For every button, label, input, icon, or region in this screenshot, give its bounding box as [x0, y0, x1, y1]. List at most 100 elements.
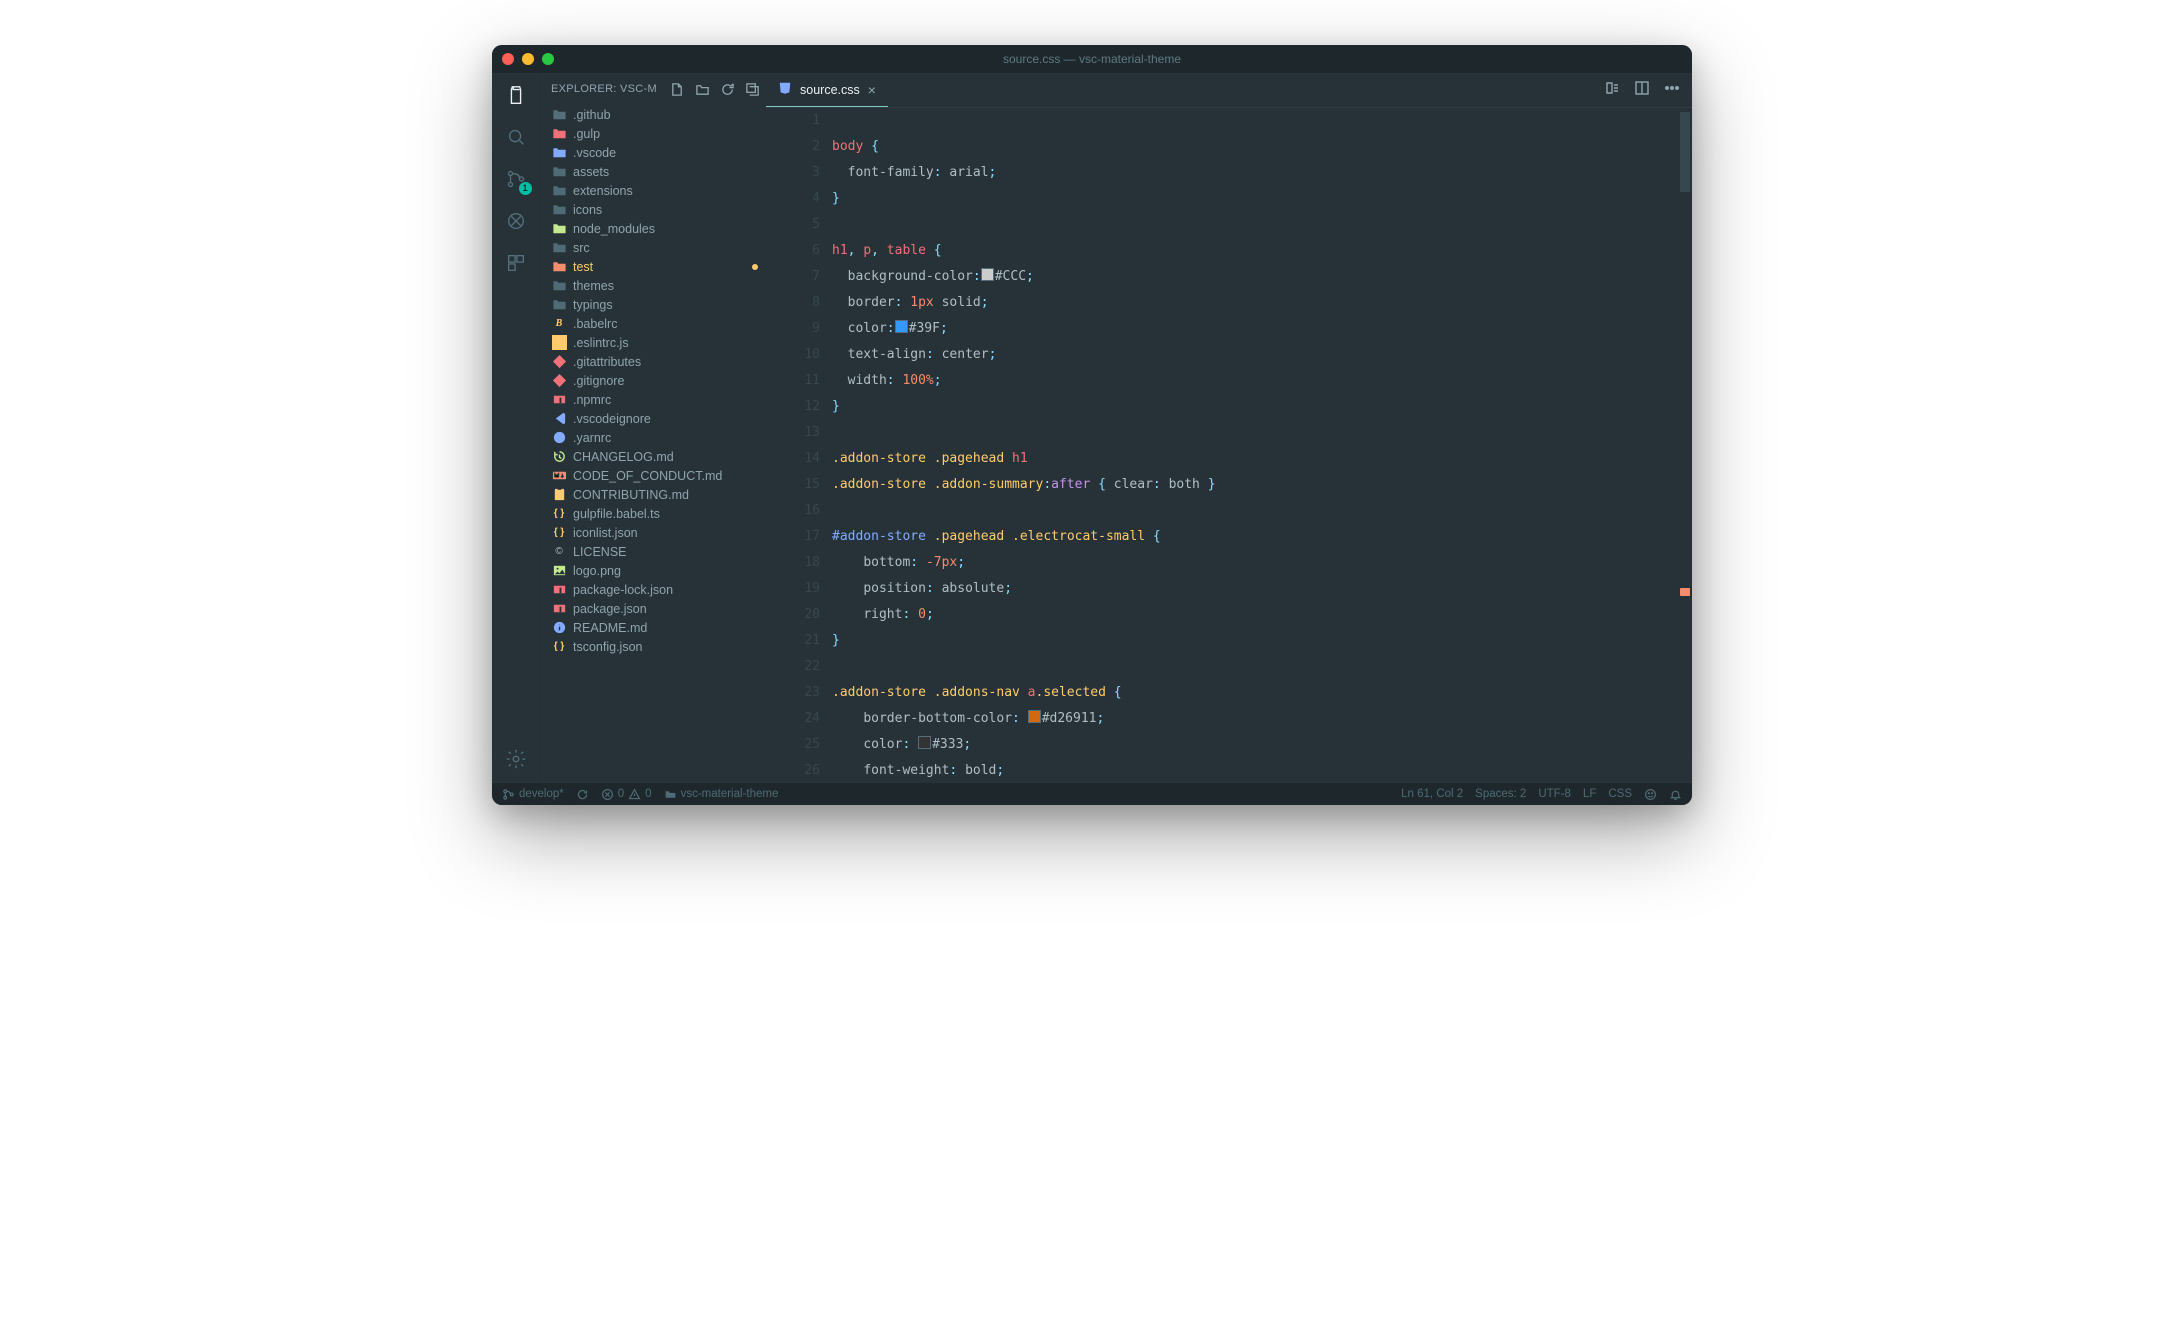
file-item[interactable]: CODE_OF_CONDUCT.md [541, 466, 766, 485]
folder-item[interactable]: typings [541, 295, 766, 314]
folder-status[interactable]: vsc-material-theme [664, 788, 779, 801]
file-item[interactable]: README.md [541, 618, 766, 637]
source-control-icon[interactable]: 1 [504, 167, 528, 191]
folder-icon [551, 278, 567, 294]
minimize-window-button[interactable] [522, 53, 534, 65]
folder-item[interactable]: assets [541, 162, 766, 181]
tab-label: source.css [800, 83, 860, 97]
feedback-smiley-icon[interactable] [1644, 788, 1657, 801]
file-item[interactable]: .yarnrc [541, 428, 766, 447]
new-folder-icon[interactable] [695, 82, 710, 97]
file-icon [551, 354, 567, 370]
folder-item[interactable]: node_modules [541, 219, 766, 238]
problems-status[interactable]: 0 0 [601, 788, 652, 801]
file-item[interactable]: { }gulpfile.babel.ts [541, 504, 766, 523]
close-tab-icon[interactable]: × [868, 82, 876, 98]
file-item[interactable]: .vscodeignore [541, 409, 766, 428]
folder-icon [551, 259, 567, 275]
folder-item[interactable]: .github [541, 105, 766, 124]
collapse-all-icon[interactable] [745, 82, 760, 97]
file-name: iconlist.json [573, 526, 638, 540]
status-bar: develop* 0 0 vsc-material-theme Ln 61, C… [492, 783, 1692, 805]
new-file-icon[interactable] [670, 82, 685, 97]
file-item[interactable]: .gitignore [541, 371, 766, 390]
minimap[interactable] [1678, 108, 1692, 783]
zoom-window-button[interactable] [542, 53, 554, 65]
file-item[interactable]: ©LICENSE [541, 542, 766, 561]
file-icon [551, 468, 567, 484]
file-item[interactable]: .gitattributes [541, 352, 766, 371]
close-window-button[interactable] [502, 53, 514, 65]
file-item[interactable]: package-lock.json [541, 580, 766, 599]
file-name: README.md [573, 621, 647, 635]
folder-icon [551, 164, 567, 180]
split-editor-icon[interactable] [1634, 80, 1650, 101]
file-name: .vscode [573, 146, 616, 160]
file-item[interactable]: { } tsconfig.json [541, 637, 766, 656]
encoding-status[interactable]: UTF-8 [1538, 788, 1571, 800]
search-icon[interactable] [504, 125, 528, 149]
tab-source-css[interactable]: source.css × [766, 73, 888, 107]
file-item[interactable]: .eslintrc.js [541, 333, 766, 352]
file-icon [551, 601, 567, 617]
file-name: test [573, 260, 593, 274]
file-item[interactable]: .npmrc [541, 390, 766, 409]
tab-bar: source.css × [766, 73, 1692, 108]
compare-changes-icon[interactable] [1604, 80, 1620, 101]
git-branch-status[interactable]: develop* [502, 788, 564, 801]
modified-dot-icon [752, 264, 758, 270]
indentation-status[interactable]: Spaces: 2 [1475, 788, 1526, 800]
folder-icon [551, 240, 567, 256]
folder-item[interactable]: extensions [541, 181, 766, 200]
file-name: assets [573, 165, 609, 179]
folder-icon [551, 202, 567, 218]
extensions-icon[interactable] [504, 251, 528, 275]
file-icon [551, 430, 567, 446]
file-icon: { } [551, 639, 567, 655]
language-mode-status[interactable]: CSS [1608, 788, 1632, 800]
folder-item[interactable]: .vscode [541, 143, 766, 162]
code-editor[interactable]: 1234567891011121314151617181920212223242… [766, 108, 1692, 783]
explorer-header: EXPLORER: VSC-M [541, 73, 766, 105]
sync-status[interactable] [576, 788, 589, 801]
file-icon [551, 563, 567, 579]
debug-icon[interactable] [504, 209, 528, 233]
file-name: CHANGELOG.md [573, 450, 674, 464]
folder-item[interactable]: themes [541, 276, 766, 295]
window-title: source.css — vsc-material-theme [1003, 52, 1181, 66]
file-name: .github [573, 108, 611, 122]
file-icon [551, 449, 567, 465]
file-name: LICENSE [573, 545, 627, 559]
file-icon [551, 373, 567, 389]
folder-item[interactable]: .gulp [541, 124, 766, 143]
folder-item[interactable]: src [541, 238, 766, 257]
file-name: src [573, 241, 590, 255]
file-name: .yarnrc [573, 431, 611, 445]
file-item[interactable]: package.json [541, 599, 766, 618]
folder-item[interactable]: icons [541, 200, 766, 219]
settings-gear-icon[interactable] [504, 747, 528, 771]
file-item[interactable]: logo.png [541, 561, 766, 580]
window-controls [502, 53, 554, 65]
file-name: .vscodeignore [573, 412, 651, 426]
folder-icon [551, 297, 567, 313]
file-icon [551, 411, 567, 427]
refresh-icon[interactable] [720, 82, 735, 97]
notifications-bell-icon[interactable] [1669, 788, 1682, 801]
folder-icon [551, 145, 567, 161]
folder-icon [551, 221, 567, 237]
activity-bar: 1 [492, 73, 541, 783]
file-item[interactable]: { }iconlist.json [541, 523, 766, 542]
explorer-icon[interactable] [504, 83, 528, 107]
file-name: CONTRIBUTING.md [573, 488, 689, 502]
more-actions-icon[interactable] [1664, 80, 1680, 101]
file-item[interactable]: B.babelrc [541, 314, 766, 333]
folder-item[interactable]: test [541, 257, 766, 276]
cursor-position-status[interactable]: Ln 61, Col 2 [1401, 788, 1463, 800]
file-name: .gitignore [573, 374, 624, 388]
file-item[interactable]: CONTRIBUTING.md [541, 485, 766, 504]
file-name: tsconfig.json [573, 640, 642, 654]
file-tree[interactable]: .github .gulp .vscode assets extensionsicons… [541, 105, 766, 783]
file-item[interactable]: CHANGELOG.md [541, 447, 766, 466]
eol-status[interactable]: LF [1583, 788, 1596, 800]
